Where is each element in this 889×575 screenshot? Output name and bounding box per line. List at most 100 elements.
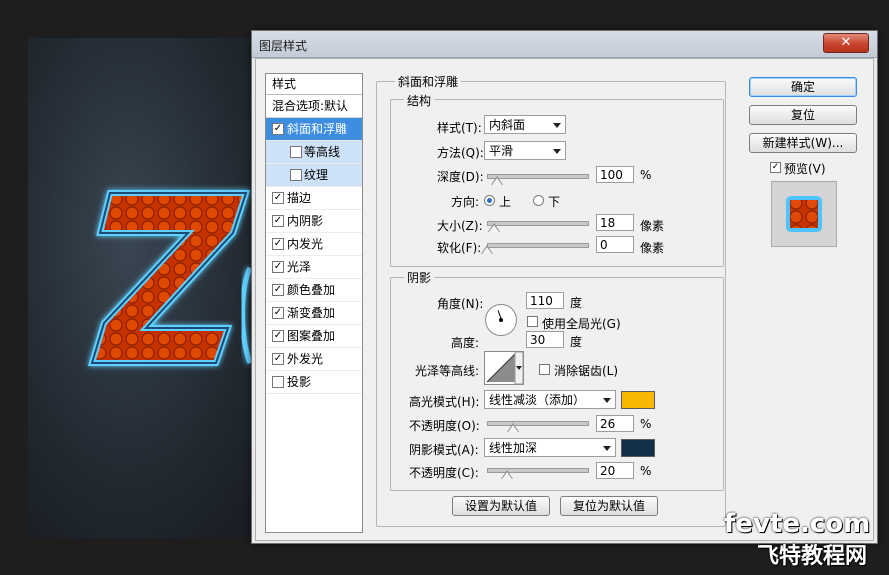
style-item-checkbox[interactable]: ✓ [272, 238, 284, 250]
new-style-button[interactable]: 新建样式(W)... [749, 133, 857, 153]
technique-value: 平滑 [489, 144, 514, 158]
angle-center [499, 318, 503, 322]
highlight-opacity-thumb[interactable] [507, 423, 519, 432]
preview-checkbox[interactable]: ✓ [770, 162, 781, 173]
style-item-checkbox[interactable]: ✓ [272, 353, 284, 365]
soften-slider-thumb[interactable] [481, 245, 493, 254]
style-item[interactable]: ✓ 描边 [266, 187, 362, 210]
layer-style-dialog: 图层样式 ✕ 样式 混合选项:默认 ✓ 斜面和浮雕 等高线 纹理 ✓ 描边 ✓ 内阴影 ✓ 内发光… [251, 30, 878, 544]
watermark-domain: fevte.com [724, 509, 871, 539]
reset-default-button[interactable]: 复位为默认值 [560, 496, 658, 516]
antialias-label: 消除锯齿(L) [554, 364, 619, 378]
style-item-label: 描边 [287, 191, 312, 205]
style-item-checkbox[interactable]: ✓ [272, 215, 284, 227]
style-item-label: 颜色叠加 [287, 283, 336, 297]
style-items: ✓ 斜面和浮雕 等高线 纹理 ✓ 描边 ✓ 内阴影 ✓ 内发光 ✓ 光泽 ✓ 颜色叠加 ✓ 渐变叠加 ✓ 图案叠加… [266, 118, 362, 394]
letter-z-shape [87, 190, 251, 366]
style-item-checkbox[interactable]: ✓ [272, 261, 284, 273]
style-preview-thumbnail [771, 181, 837, 247]
make-default-button[interactable]: 设置为默认值 [452, 496, 550, 516]
style-item[interactable]: ✓ 斜面和浮雕 [266, 118, 362, 141]
structure-title: 结构 [404, 92, 435, 109]
ok-button[interactable]: 确定 [749, 77, 857, 97]
style-item-checkbox[interactable]: ✓ [272, 284, 284, 296]
style-item-checkbox[interactable]: ✓ [272, 307, 284, 319]
shadow-opacity-thumb[interactable] [501, 470, 513, 479]
style-item-label: 投影 [287, 375, 312, 389]
altitude-input[interactable]: 30 [526, 331, 564, 348]
depth-input[interactable]: 100 [596, 166, 634, 183]
dialog-titlebar[interactable]: 图层样式 ✕ [252, 31, 877, 58]
soften-input[interactable]: 0 [596, 236, 634, 253]
blend-options-item[interactable]: 混合选项:默认 [266, 95, 362, 118]
style-item-checkbox[interactable]: ✓ [272, 123, 284, 135]
direction-down-radio[interactable] [533, 195, 544, 206]
angle-label: 角度(N): [437, 297, 484, 311]
style-item[interactable]: 纹理 [266, 164, 362, 187]
highlight-color-swatch[interactable] [621, 391, 655, 409]
soften-slider[interactable] [487, 243, 589, 248]
style-item-checkbox[interactable]: ✓ [272, 192, 284, 204]
bevel-style-select[interactable]: 内斜面 [484, 115, 566, 134]
antialias-checkbox[interactable] [539, 364, 550, 375]
gloss-contour-picker[interactable] [484, 351, 524, 385]
shadow-opacity-input[interactable]: 20 [596, 462, 634, 479]
highlight-mode-label: 高光模式(H): [409, 395, 480, 409]
style-item-checkbox[interactable] [290, 169, 302, 181]
shadow-mode-select[interactable]: 线性加深 [484, 438, 616, 457]
style-item[interactable]: 等高线 [266, 141, 362, 164]
chevron-down-icon [603, 398, 611, 403]
style-item[interactable]: ✓ 内阴影 [266, 210, 362, 233]
style-item[interactable]: 投影 [266, 371, 362, 394]
highlight-opacity-unit: % [640, 417, 652, 431]
direction-up-label: 上 [499, 195, 512, 209]
style-item-checkbox[interactable] [290, 146, 302, 158]
close-button[interactable]: ✕ [823, 33, 869, 53]
shading-title: 阴影 [404, 269, 435, 286]
styles-header[interactable]: 样式 [266, 74, 362, 95]
highlight-opacity-input[interactable]: 26 [596, 415, 634, 432]
close-icon: ✕ [840, 35, 852, 50]
angle-input[interactable]: 110 [526, 292, 564, 309]
style-label: 样式(T): [437, 121, 482, 135]
letter-z-artwork [87, 190, 253, 366]
size-unit: 像素 [640, 219, 665, 233]
size-slider[interactable] [487, 221, 589, 226]
style-item-checkbox[interactable]: ✓ [272, 330, 284, 342]
style-item[interactable]: ✓ 颜色叠加 [266, 279, 362, 302]
highlight-mode-select[interactable]: 线性减淡（添加） [484, 390, 616, 409]
highlight-opacity-slider[interactable] [487, 421, 589, 426]
style-item-label: 纹理 [304, 168, 329, 182]
reset-button[interactable]: 复位 [749, 105, 857, 125]
style-item[interactable]: ✓ 内发光 [266, 233, 362, 256]
style-item-label: 斜面和浮雕 [287, 122, 348, 136]
depth-slider-thumb[interactable] [491, 176, 503, 185]
bevel-emboss-title: 斜面和浮雕 [395, 73, 462, 90]
size-slider-thumb[interactable] [488, 223, 500, 232]
style-item-label: 图案叠加 [287, 329, 336, 343]
style-item-checkbox[interactable] [272, 376, 284, 388]
chevron-down-icon [603, 446, 611, 451]
style-item[interactable]: ✓ 光泽 [266, 256, 362, 279]
style-item-label: 内发光 [287, 237, 324, 251]
bevel-style-value: 内斜面 [489, 118, 526, 132]
size-input[interactable]: 18 [596, 214, 634, 231]
angle-dial[interactable] [485, 304, 517, 336]
style-item-label: 内阴影 [287, 214, 324, 228]
chevron-down-icon [553, 123, 561, 128]
altitude-unit: 度 [570, 335, 583, 349]
contour-icon [486, 351, 524, 385]
styles-list: 样式 混合选项:默认 ✓ 斜面和浮雕 等高线 纹理 ✓ 描边 ✓ 内阴影 ✓ 内发光 ✓ 光泽 ✓ 颜色叠… [265, 73, 363, 533]
direction-up-radio[interactable] [484, 195, 495, 206]
shadow-mode-value: 线性加深 [489, 441, 538, 455]
style-item[interactable]: ✓ 外发光 [266, 348, 362, 371]
style-item[interactable]: ✓ 图案叠加 [266, 325, 362, 348]
soften-unit: 像素 [640, 241, 665, 255]
technique-select[interactable]: 平滑 [484, 141, 566, 160]
document-canvas [28, 38, 278, 538]
shadow-mode-label: 阴影模式(A): [409, 443, 479, 457]
watermark-sitename: 飞特教程网 [757, 544, 868, 569]
shadow-color-swatch[interactable] [621, 439, 655, 457]
global-light-checkbox[interactable] [527, 316, 538, 327]
style-item[interactable]: ✓ 渐变叠加 [266, 302, 362, 325]
